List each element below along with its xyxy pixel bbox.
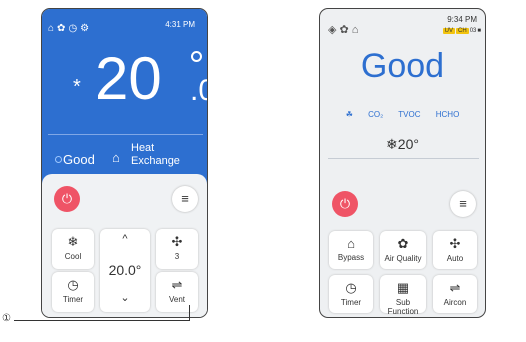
divider xyxy=(48,134,203,135)
callout-line xyxy=(189,305,190,321)
power-button[interactable]: ⏻ xyxy=(332,191,358,217)
fan-speed-label: 3 xyxy=(174,252,180,261)
o3-badge: 03 xyxy=(469,28,477,34)
clock-icon: ◷ xyxy=(345,280,357,295)
clock-time: 9:34 PM xyxy=(447,15,477,24)
vent-label: Vent xyxy=(168,295,185,304)
timer-label: Timer xyxy=(62,295,84,304)
ventilation-mode-text: Heat Exchange xyxy=(131,142,180,167)
air-quality-indicator-icon xyxy=(55,156,62,163)
status-icons-row: ◈✿⌂ xyxy=(328,23,361,36)
aircon-label: Aircon xyxy=(443,298,467,307)
hcho-sensor-icon: HCHO xyxy=(435,110,460,119)
callout-number: ① xyxy=(2,313,11,324)
callout-line xyxy=(14,320,189,321)
sensor-icon: ◈ xyxy=(328,24,340,36)
settings-icon: ⚙ xyxy=(80,23,93,34)
aircon-arrows-icon: ⇌ xyxy=(449,280,461,295)
timer-button[interactable]: ◷ Timer xyxy=(329,275,373,313)
fan-icon: ✿ xyxy=(339,24,352,36)
co2-sensor-icon: CO₂ xyxy=(368,110,384,119)
uv-badge: UV xyxy=(442,28,456,34)
temperature-control: ^ 20.0° ⌄ xyxy=(100,229,150,312)
air-quality-label: Air Quality xyxy=(384,254,422,263)
grid-icon: ▦ xyxy=(396,280,410,295)
timer-icon: ◷ xyxy=(68,23,81,34)
home-icon: ⌂ xyxy=(48,23,58,34)
filter-badge: ■ xyxy=(477,28,481,34)
air-status-row: Good ⌂ Heat Exchange xyxy=(42,137,207,177)
set-temperature: 20.0° xyxy=(108,262,142,278)
aircon-button[interactable]: ⇌ Aircon xyxy=(433,275,477,313)
sensor-icons-row: ☘ CO₂ TVOC HCHO xyxy=(320,110,485,119)
bypass-button[interactable]: ⌂ Bypass xyxy=(329,231,373,269)
temperature-down-button[interactable]: ⌄ xyxy=(100,291,150,304)
thermostat-screen-cooling: 4:31 PM ⌂✿◷⚙ * 20 .0 Good ⌂ Heat Exchang… xyxy=(41,8,208,318)
timer-label: Timer xyxy=(340,298,362,307)
status-badges: UV CH 03■ xyxy=(442,28,481,34)
bypass-icon: ⌂ xyxy=(347,236,355,251)
fan-icon: ✣ xyxy=(449,236,461,251)
ch-badge: CH xyxy=(456,28,469,34)
fan-speed-button[interactable]: ✣ 3 xyxy=(156,229,198,269)
status-icons-row: ⌂✿◷⚙ xyxy=(48,23,92,34)
divider xyxy=(328,158,479,159)
clock-time: 4:31 PM xyxy=(165,20,195,29)
current-temperature: ❄20° xyxy=(386,136,419,152)
bypass-label: Bypass xyxy=(337,253,365,262)
air-quality-text: Good xyxy=(63,152,95,167)
auto-label: Auto xyxy=(446,254,464,263)
tvoc-sensor-icon: TVOC xyxy=(398,110,421,119)
vent-button[interactable]: ⇌ Vent xyxy=(156,272,198,312)
vent-arrows-icon: ⇌ xyxy=(171,277,183,292)
sub-function-button[interactable]: ▦ Sub Function xyxy=(380,275,426,316)
pm-sensor-icon: ☘ xyxy=(345,110,353,119)
snowflake-icon: ❄ xyxy=(67,234,79,249)
sub-function-label: Sub Function xyxy=(387,298,419,316)
power-button[interactable]: ⏻ xyxy=(54,186,80,212)
control-area: ⏻ ≡ ❄ Cool ^ 20.0° ⌄ ✣ 3 ◷ Timer ⇌ Vent xyxy=(42,174,207,317)
menu-button[interactable]: ≡ xyxy=(450,191,476,217)
home-icon: ⌂ xyxy=(351,24,362,36)
air-quality-button[interactable]: ✿ Air Quality xyxy=(380,231,426,269)
clock-icon: ◷ xyxy=(67,277,79,292)
current-temperature: 20 xyxy=(95,45,162,112)
cool-mode-icon: * xyxy=(73,76,81,98)
air-quality-text: Good xyxy=(360,47,445,85)
mode-cool-button[interactable]: ❄ Cool xyxy=(52,229,94,269)
temperature-up-button[interactable]: ^ xyxy=(100,233,150,245)
status-area: 4:31 PM ⌂✿◷⚙ * 20 .0 Good ⌂ Heat Exchang… xyxy=(42,9,207,199)
mode-label: Cool xyxy=(64,252,82,261)
ventilation-screen: 9:34 PM ◈✿⌂ UV CH 03■ Good ☘ CO₂ TVOC HCHO… xyxy=(319,8,486,318)
menu-button[interactable]: ≡ xyxy=(172,186,198,212)
auto-button[interactable]: ✣ Auto xyxy=(433,231,477,269)
air-quality-icon: ✿ xyxy=(397,236,409,251)
timer-button[interactable]: ◷ Timer xyxy=(52,272,94,312)
degree-symbol xyxy=(191,51,202,62)
house-icon: ⌂ xyxy=(112,150,120,165)
fan-icon: ✿ xyxy=(57,23,69,34)
temperature-decimal: .0 xyxy=(190,74,207,107)
fan-icon: ✣ xyxy=(171,234,183,249)
